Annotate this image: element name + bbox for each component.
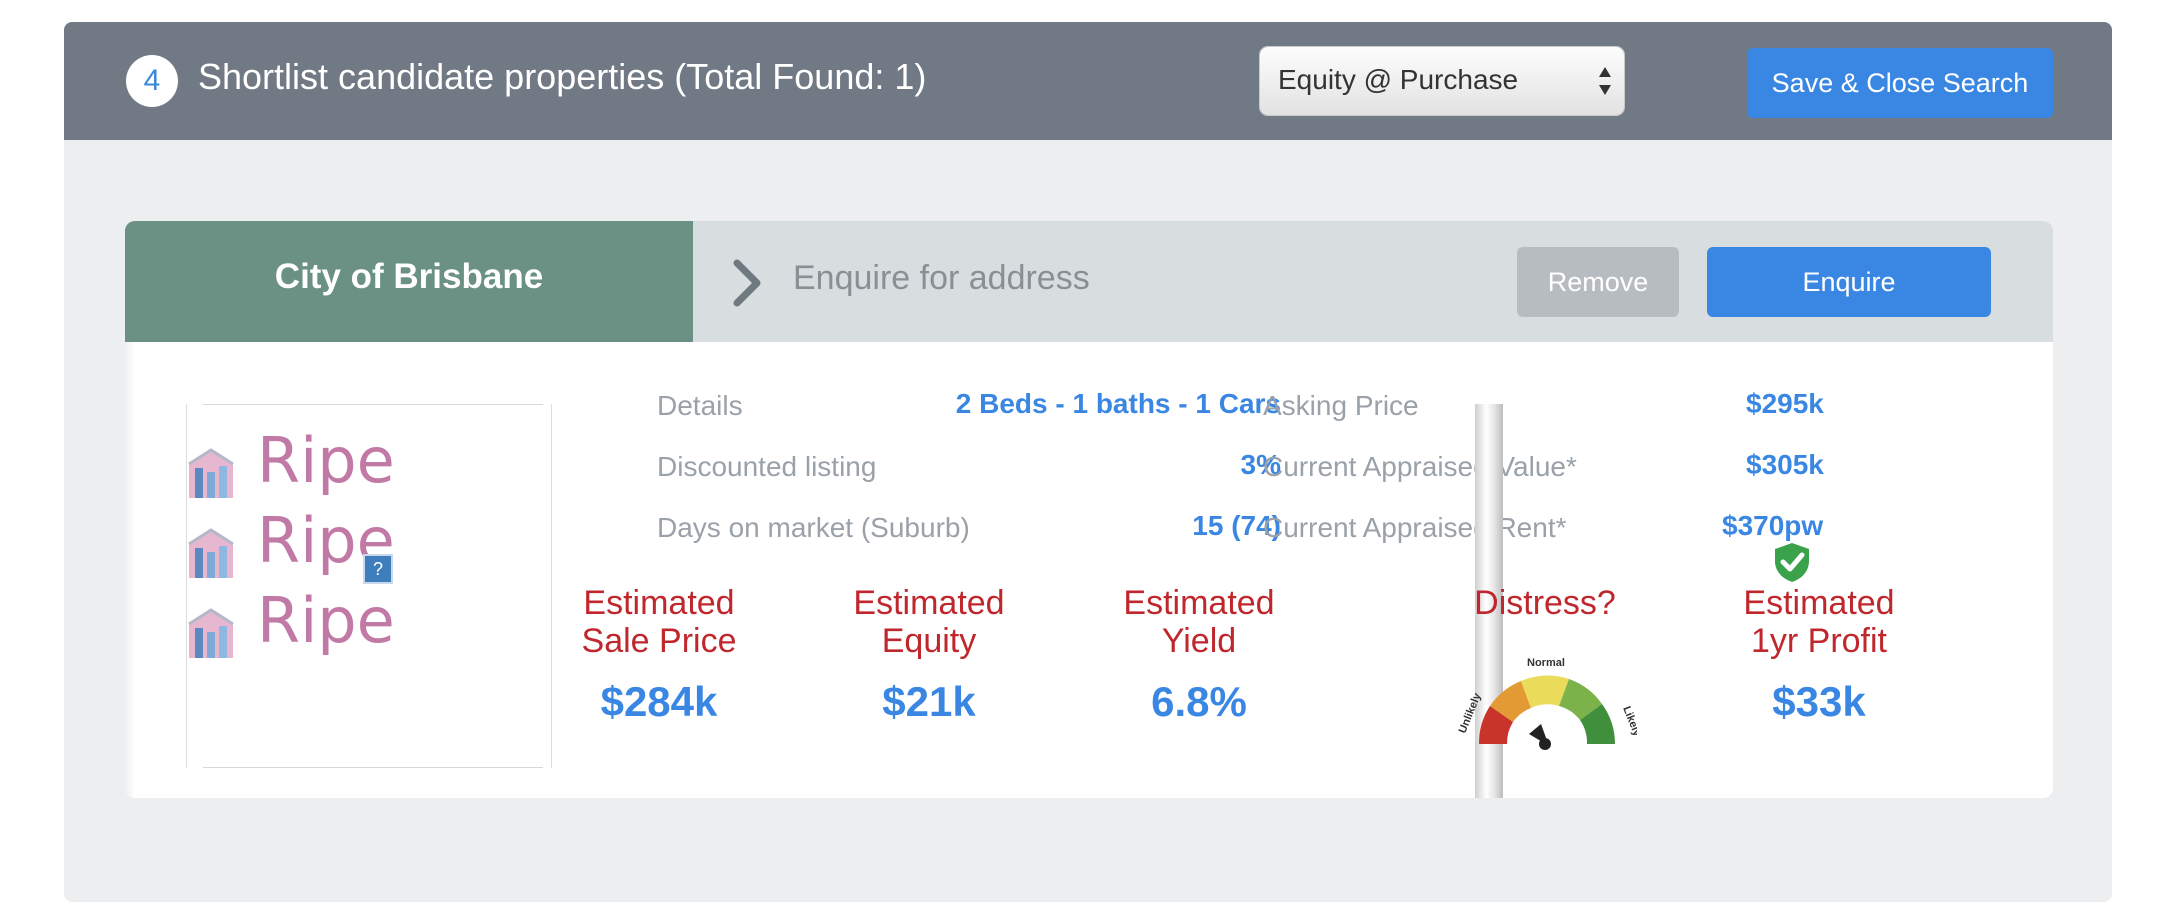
metric-yield-label: Estimated Yield — [1079, 584, 1319, 660]
appraised-rent-label: Current Appraised Rent* — [1263, 512, 1567, 543]
address-link[interactable]: Enquire for address — [793, 259, 1090, 298]
metric-equity-label: Estimated Equity — [809, 584, 1049, 660]
details-label: Details — [657, 390, 743, 421]
metric-label-line: Yield — [1161, 622, 1237, 660]
asking-price-label: Asking Price — [1263, 390, 1419, 421]
property-card-header: City of Brisbane Enquire for address Rem… — [125, 221, 2053, 342]
save-close-search-button[interactable]: Save & Close Search — [1747, 48, 2053, 118]
asking-price-value: $295k — [1746, 388, 1824, 419]
card-edge — [125, 342, 135, 798]
metric-sale-price-label: Estimated Sale Price — [539, 584, 779, 660]
step-number-badge: 4 — [126, 55, 178, 107]
ripe-logo-text: Ripe — [257, 424, 395, 497]
days-on-market-label: Days on market (Suburb) — [657, 512, 970, 543]
verified-shield-icon — [1775, 543, 1809, 582]
gauge-label-likely: Likely — [1620, 705, 1637, 739]
sort-select-value: Equity @ Purchase — [1278, 64, 1519, 95]
property-card: City of Brisbane Enquire for address Rem… — [125, 221, 2053, 798]
enquire-button[interactable]: Enquire — [1707, 247, 1991, 317]
metric-label-line: Estimated — [1123, 584, 1275, 622]
discount-label: Discounted listing — [657, 451, 877, 482]
property-image[interactable]: Ripe Ripe Ripe ? — [186, 404, 552, 768]
appraised-rent-value: $370pw — [1722, 510, 1824, 541]
gauge-label-unlikely: Unlikely — [1457, 691, 1484, 735]
metric-label-line: Estimated — [1743, 584, 1895, 622]
sort-select[interactable]: Equity @ Purchase — [1260, 47, 1624, 115]
metric-distress-label: Distress? — [1474, 584, 1616, 622]
image-bottom-border — [203, 767, 543, 768]
discount-value: 3% — [1240, 449, 1281, 480]
step-title: Shortlist candidate properties (Total Fo… — [198, 56, 927, 97]
metric-sale-price-value: $284k — [600, 678, 718, 725]
chevron-right-icon — [733, 259, 761, 307]
distress-gauge: Unlikely Normal Likely — [1457, 657, 1637, 750]
details-value: 2 Beds - 1 baths - 1 Cars — [955, 388, 1281, 419]
image-top-border — [203, 404, 543, 405]
suburb-label: City of Brisbane — [125, 221, 693, 342]
metric-label-line: Estimated — [853, 584, 1005, 622]
appraised-value-label: Current Appraised Value* — [1263, 451, 1577, 482]
metric-profit-label: Estimated 1yr Profit — [1699, 584, 1939, 660]
metric-label-line: 1yr Profit — [1750, 622, 1888, 660]
broken-image-icon: ? — [363, 554, 393, 584]
select-arrows-icon — [1599, 67, 1611, 95]
ripe-logo: Ripe — [187, 584, 427, 660]
ripe-logo-icon — [188, 448, 234, 498]
search-panel: 4 Shortlist candidate properties (Total … — [64, 22, 2112, 902]
ripe-logo-text: Ripe — [257, 584, 395, 657]
ripe-logo: Ripe — [187, 424, 427, 500]
gauge-label-normal: Normal — [1527, 657, 1565, 669]
metric-label-line: Equity — [881, 622, 977, 660]
step-header: 4 Shortlist candidate properties (Total … — [64, 22, 2112, 140]
days-on-market-value: 15 (74) — [1192, 510, 1281, 541]
metric-label-line: Estimated — [583, 584, 735, 622]
appraised-value-value: $305k — [1746, 449, 1824, 480]
property-card-body: Ripe Ripe Ripe ? Details 2 Beds - 1 bath… — [125, 342, 2053, 798]
metric-yield-value: 6.8% — [1151, 678, 1247, 725]
metric-equity-value: $21k — [882, 678, 976, 725]
metric-label-line: Sale Price — [581, 622, 737, 660]
metric-profit-value: $33k — [1772, 678, 1866, 725]
ripe-logo-icon — [188, 608, 234, 658]
ripe-logo-icon — [188, 528, 234, 578]
remove-button[interactable]: Remove — [1517, 247, 1679, 317]
